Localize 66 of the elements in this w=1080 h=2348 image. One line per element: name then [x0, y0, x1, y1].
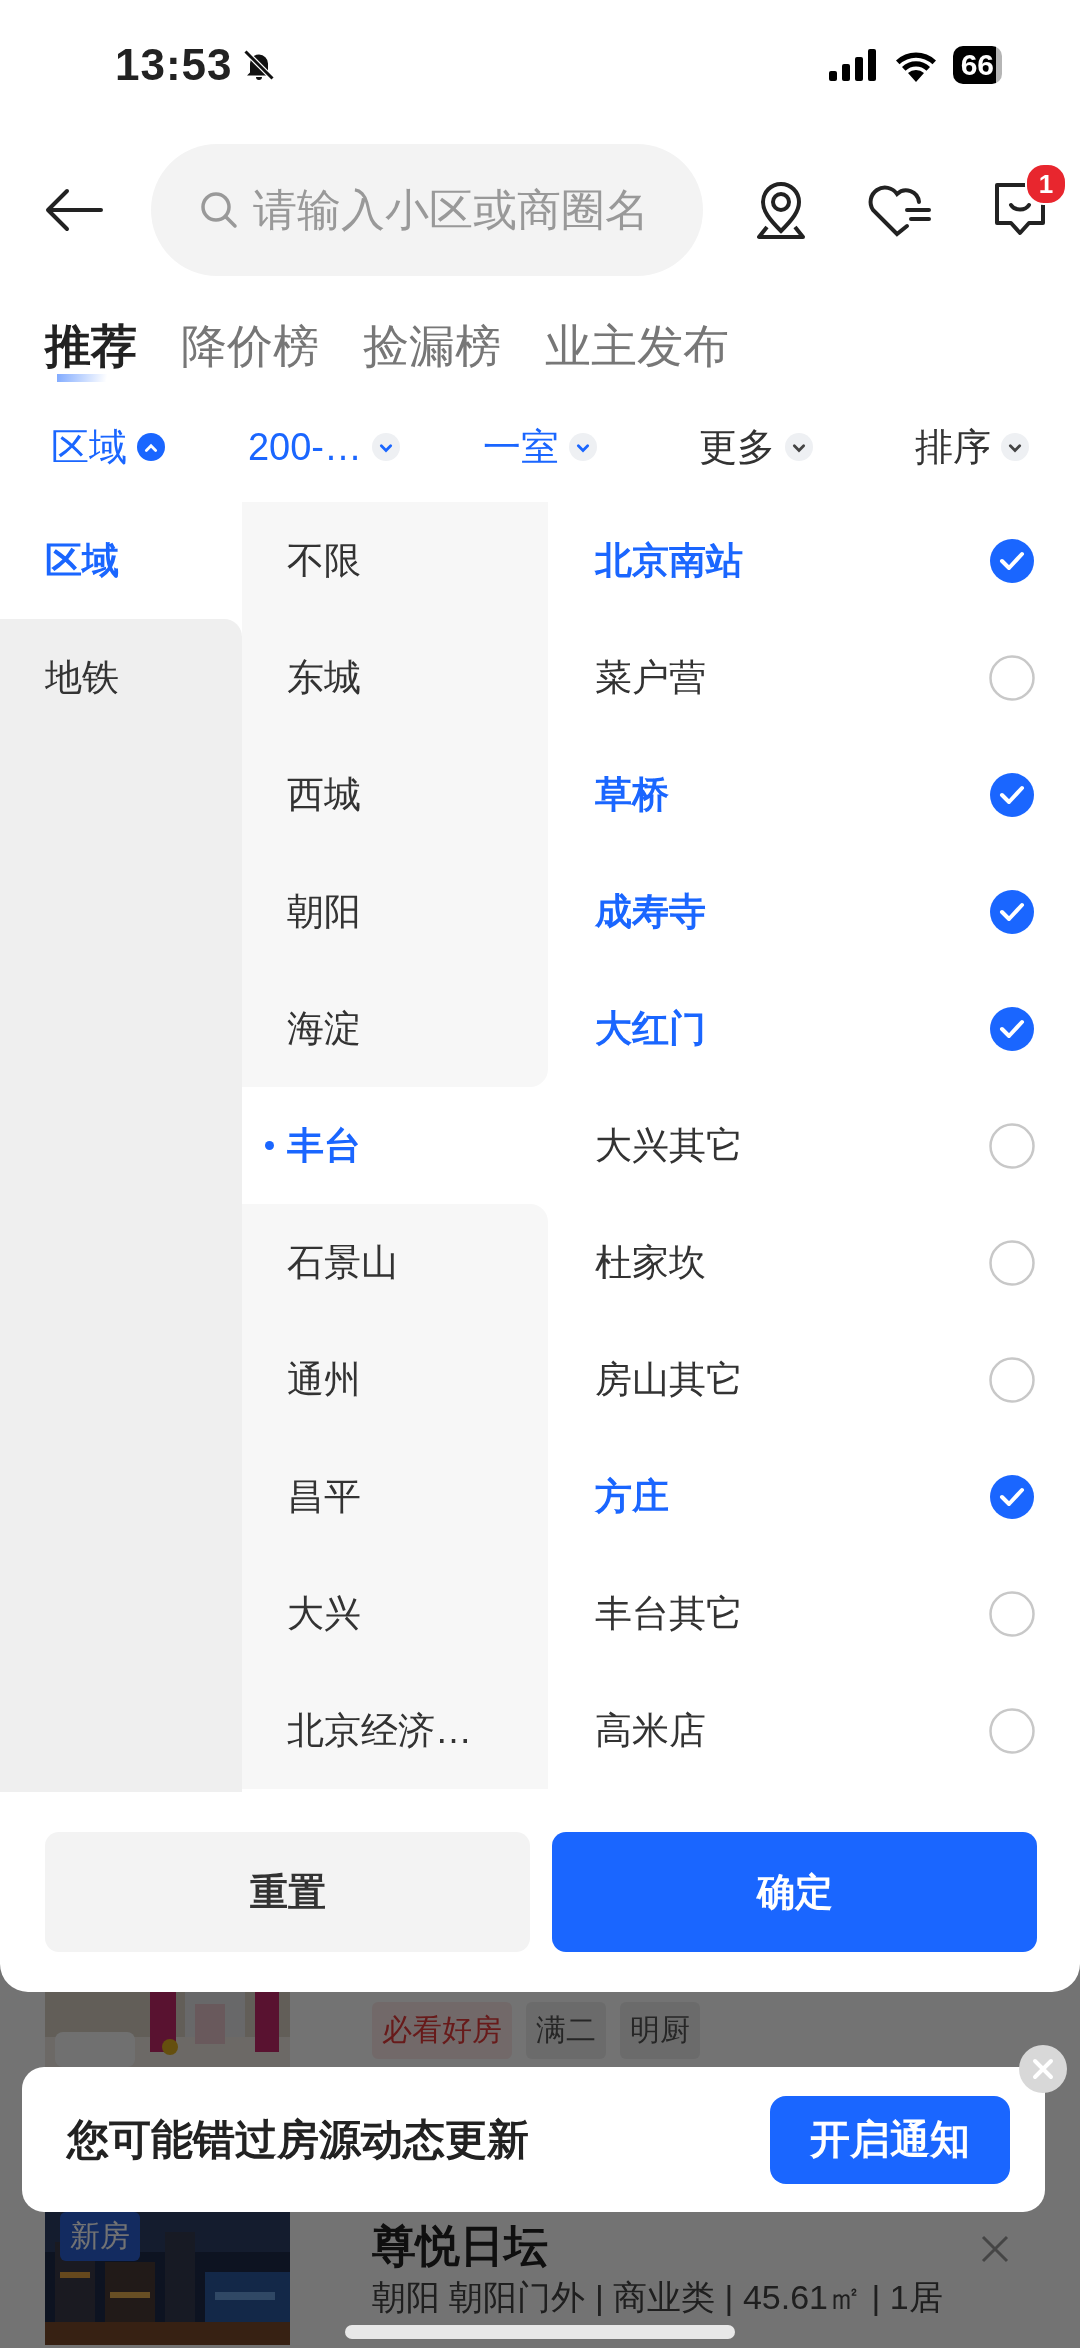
area-label: 方庄: [595, 1474, 669, 1519]
area-label: 大兴其它: [595, 1123, 743, 1168]
checkbox[interactable]: [989, 1707, 1035, 1754]
district-item[interactable]: 通州: [242, 1321, 548, 1438]
district-item[interactable]: 昌平: [242, 1438, 548, 1555]
checkbox[interactable]: [989, 1473, 1035, 1520]
battery-icon: 66: [952, 46, 1002, 84]
back-icon[interactable]: [45, 188, 103, 232]
close-icon: [1031, 2057, 1055, 2081]
area-label: 成寿寺: [595, 889, 706, 934]
tab[interactable]: 捡漏榜: [363, 312, 501, 382]
checkbox[interactable]: [989, 771, 1035, 818]
notice-text: 您可能错过房源动态更新: [67, 2114, 529, 2165]
area-label: 大红门: [595, 1006, 706, 1051]
filter-dropdown[interactable]: 更多: [648, 420, 864, 474]
area-label: 高米店: [595, 1708, 706, 1753]
reset-button[interactable]: 重置: [45, 1832, 530, 1952]
district-item[interactable]: 朝阳: [242, 853, 548, 970]
notification-badge: 1: [1025, 163, 1067, 205]
category-item[interactable]: 地铁: [0, 619, 242, 736]
caret-icon: [785, 433, 813, 461]
search-bar[interactable]: 请输入小区或商圈名: [151, 144, 703, 276]
checkbox[interactable]: [989, 1005, 1035, 1052]
checkbox[interactable]: [989, 1590, 1035, 1637]
listing-title: 尊悦日坛: [372, 2222, 549, 2271]
filter-dropdown[interactable]: 区域: [0, 420, 216, 474]
district-item[interactable]: 北京经济…: [242, 1672, 548, 1789]
filter-dropdown[interactable]: 排序: [864, 420, 1080, 474]
district-item[interactable]: 海淀: [242, 970, 548, 1087]
area-label: 房山其它: [595, 1357, 743, 1402]
caret-icon: [372, 433, 401, 461]
tab[interactable]: 降价榜: [181, 312, 319, 382]
close-button[interactable]: [1019, 2045, 1067, 2093]
district-item[interactable]: 石景山: [242, 1204, 548, 1321]
checkbox[interactable]: [989, 537, 1035, 584]
status-time: 13:53: [115, 40, 233, 90]
checkbox[interactable]: [989, 654, 1035, 701]
enable-notifications-button[interactable]: 开启通知: [770, 2095, 1010, 2184]
area-label: 杜家坎: [595, 1240, 706, 1285]
tab[interactable]: 业主发布: [545, 312, 729, 382]
listing-badge: 新房: [60, 2212, 140, 2261]
filter-dropdown[interactable]: 一室: [432, 420, 648, 474]
filter-dropdown[interactable]: 200-…: [216, 424, 432, 470]
signal-icon: [828, 49, 879, 81]
district-item[interactable]: 大兴: [242, 1555, 548, 1672]
district-item[interactable]: 不限: [242, 502, 548, 619]
search-icon: [199, 190, 239, 230]
area-label: 菜户营: [595, 655, 706, 700]
district-item[interactable]: 西城: [242, 736, 548, 853]
district-item[interactable]: 东城: [242, 619, 548, 736]
caret-icon: [137, 433, 165, 461]
listing-tag: 必看好房: [372, 2002, 512, 2059]
confirm-button[interactable]: 确定: [552, 1832, 1037, 1952]
listing-tag: 明厨: [620, 2002, 700, 2059]
checkbox[interactable]: [989, 1122, 1035, 1169]
checkbox[interactable]: [989, 888, 1035, 935]
listing-details: 朝阳 朝阳门外 | 商业类 | 45.61㎡ | 1居: [372, 2278, 943, 2318]
checkbox[interactable]: [989, 1239, 1035, 1286]
area-label: 草桥: [595, 772, 669, 817]
caret-icon: [1001, 433, 1029, 461]
area-label: 丰台其它: [595, 1591, 743, 1636]
checkbox[interactable]: [989, 1356, 1035, 1403]
listing-tag: 满二: [526, 2002, 606, 2059]
caret-icon: [569, 433, 597, 461]
area-label: 北京南站: [595, 538, 743, 583]
search-field[interactable]: 请输入小区或商圈名: [251, 184, 675, 236]
